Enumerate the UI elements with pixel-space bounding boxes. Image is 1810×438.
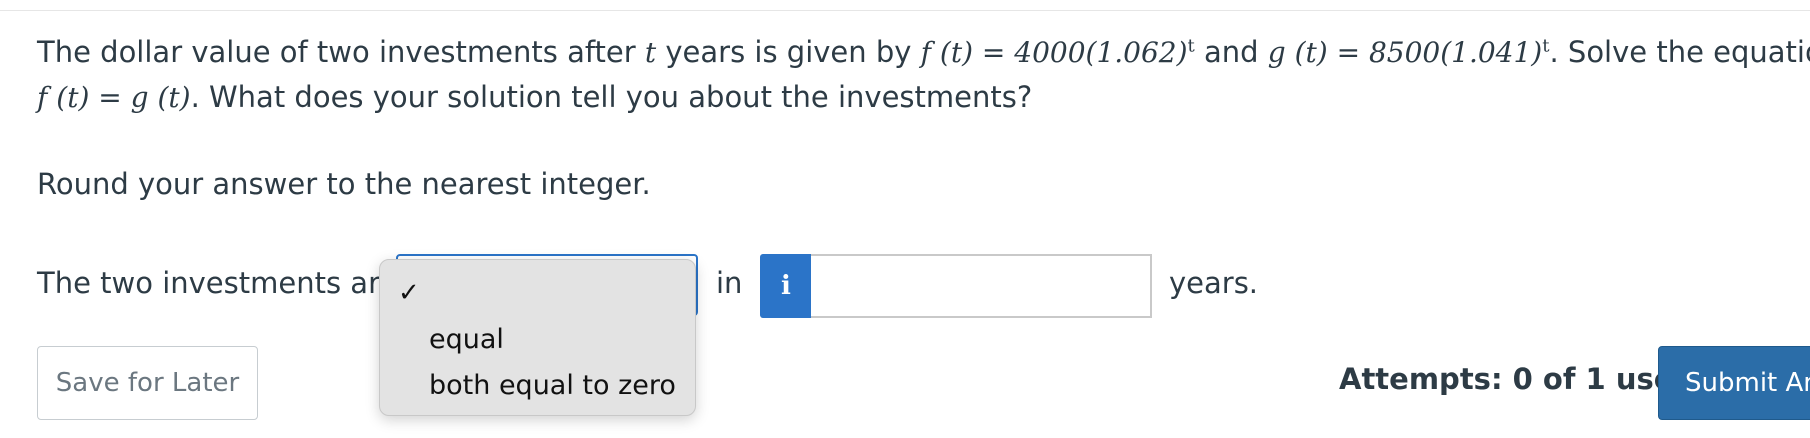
equation: f (t) = g (t): [37, 81, 191, 114]
g-definition: g (t) = 8500(1.041)t: [1267, 35, 1550, 69]
question-text-part4: . What does your solution tell you about…: [190, 80, 1033, 114]
checkmark-icon: ✓: [398, 278, 420, 308]
top-divider: [0, 10, 1810, 11]
question-and: and: [1194, 35, 1268, 69]
select-dropdown-menu[interactable]: ✓ equal both equal to zero: [379, 259, 696, 416]
dropdown-option-equal[interactable]: equal: [429, 322, 504, 358]
question-text: The dollar value of two investments afte…: [37, 30, 1810, 120]
answer-prefix: The two investments are: [37, 266, 398, 300]
years-label: years.: [1169, 266, 1259, 300]
question-text-part1: The dollar value of two investments afte…: [37, 35, 645, 69]
question-text-part2: years is given by: [656, 35, 921, 69]
f-definition: f (t) = 4000(1.062)t: [920, 35, 1195, 69]
submit-answer-button[interactable]: Submit Answer: [1658, 346, 1810, 420]
years-input[interactable]: [811, 254, 1152, 318]
in-label: in: [716, 266, 743, 300]
attempts-counter: Attempts: 0 of 1 used: [1339, 362, 1695, 396]
variable-t: t: [644, 36, 657, 69]
f-exponent: t: [1187, 35, 1195, 57]
info-glyph: i: [781, 271, 791, 301]
dropdown-option-both-zero[interactable]: both equal to zero: [429, 368, 676, 404]
save-for-later-button[interactable]: Save for Later: [37, 346, 258, 420]
info-icon[interactable]: i: [760, 254, 812, 318]
rounding-instruction: Round your answer to the nearest integer…: [37, 167, 651, 201]
question-text-part3: . Solve the equation: [1549, 35, 1810, 69]
